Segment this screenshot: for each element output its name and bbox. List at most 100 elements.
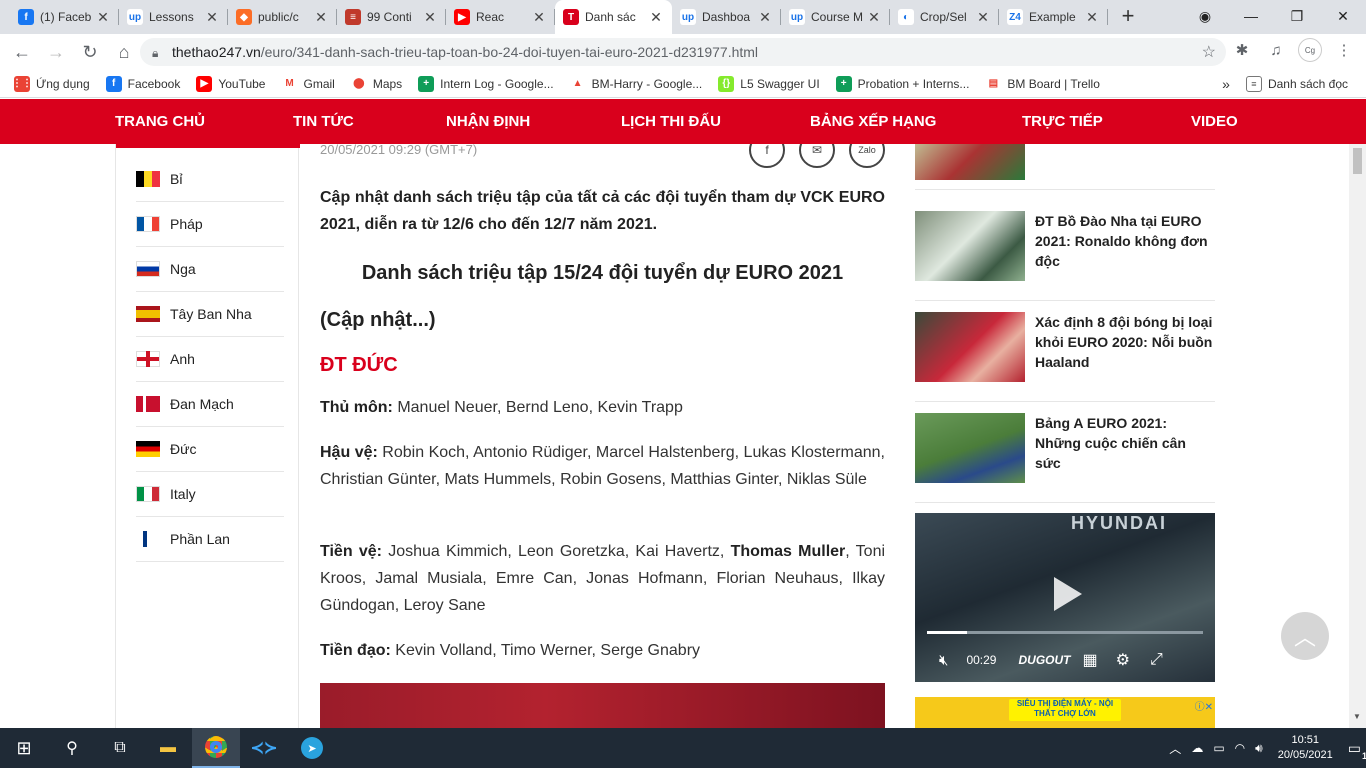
file-explorer-icon[interactable]: ▬ xyxy=(144,728,192,768)
home-button[interactable]: ⌂ xyxy=(108,36,140,68)
facebook-share-icon[interactable]: f xyxy=(749,144,785,168)
forward-button[interactable]: → xyxy=(40,36,72,68)
tab-5[interactable]: T Danh sác ✕ xyxy=(555,0,672,34)
crop-icon: ◐ xyxy=(898,9,914,25)
news-item[interactable]: Bảng A EURO 2021: Những cuộc chiến cân s… xyxy=(915,413,1215,503)
tab-search-icon[interactable]: ◉ xyxy=(1182,0,1228,34)
article-meta: 20/05/2021 09:29 (GMT+7) xyxy=(320,144,478,157)
close-tab-icon[interactable]: ✕ xyxy=(866,9,882,26)
zalo-share-icon[interactable]: Zalo xyxy=(849,144,885,168)
nav-nhan-dinh[interactable]: NHẬN ĐỊNH xyxy=(446,99,530,144)
tab-1[interactable]: up Lessons ✕ xyxy=(119,0,228,34)
battery-icon[interactable]: ▭ xyxy=(1213,741,1224,755)
bookmark-9[interactable]: ▤ BM Board | Trello xyxy=(977,75,1107,92)
nav-truc-tiep[interactable]: TRỰC TIẾP xyxy=(1022,99,1103,144)
bookmark-8[interactable]: + Probation + Interns... xyxy=(828,75,978,92)
tab-2[interactable]: ◆ public/c ✕ xyxy=(228,0,337,34)
reload-button[interactable]: ↻ xyxy=(74,36,106,68)
bookmark-5[interactable]: + Intern Log - Google... xyxy=(410,75,561,92)
tab-9[interactable]: Z4 Example ✕ xyxy=(999,0,1108,34)
close-tab-icon[interactable]: ✕ xyxy=(95,9,111,26)
nav-video[interactable]: VIDEO xyxy=(1191,99,1238,144)
news-item[interactable]: ĐT Bồ Đào Nha tại EURO 2021: Ronaldo khô… xyxy=(915,211,1215,301)
page-scrollbar[interactable]: ▼ xyxy=(1349,144,1366,728)
reading-list-button[interactable]: ≡ Danh sách đọc xyxy=(1238,76,1356,92)
minimize-button[interactable]: — xyxy=(1228,0,1274,34)
team-link[interactable]: Đan Mạch xyxy=(136,382,284,427)
team-link[interactable]: Nga xyxy=(136,247,284,292)
close-tab-icon[interactable]: ✕ xyxy=(204,9,220,26)
new-tab-button[interactable]: + xyxy=(1108,0,1148,34)
messenger-share-icon[interactable]: ✉ xyxy=(799,144,835,168)
system-clock[interactable]: 10:51 20/05/2021 xyxy=(1278,733,1333,763)
news-item[interactable]: Xác định 8 đội bóng bị loại khỏi EURO 20… xyxy=(915,312,1215,402)
close-tab-icon[interactable]: ✕ xyxy=(1084,9,1100,26)
team-link[interactable]: Đức xyxy=(136,427,284,472)
fullscreen-icon[interactable]: ⤢ xyxy=(1150,651,1163,669)
bookmark-1[interactable]: f Facebook xyxy=(98,75,189,92)
wifi-icon[interactable]: ◠ xyxy=(1235,741,1245,755)
telegram-taskbar-icon[interactable]: ➤ xyxy=(288,728,336,768)
close-tab-icon[interactable]: ✕ xyxy=(313,9,329,26)
chrome-taskbar-icon[interactable] xyxy=(192,728,240,768)
close-tab-icon[interactable]: ✕ xyxy=(757,9,773,26)
windows-start-icon[interactable]: ⊞ xyxy=(0,728,48,768)
close-tab-icon[interactable]: ✕ xyxy=(975,9,991,26)
tab-8[interactable]: ◐ Crop/Sel ✕ xyxy=(890,0,999,34)
search-icon[interactable]: ⚲ xyxy=(48,728,96,768)
scroll-to-top-button[interactable]: ︿ xyxy=(1281,612,1329,660)
address-bar[interactable]: 🔒︎ thethao247.vn/euro/341-danh-sach-trie… xyxy=(140,38,1226,66)
tab-0[interactable]: f (1) Faceb ✕ xyxy=(10,0,119,34)
tray-chevron-icon[interactable]: ︿ xyxy=(1169,740,1181,757)
volume-icon[interactable]: 🔊︎ xyxy=(1255,741,1263,756)
bookmark-4[interactable]: ⬤ Maps xyxy=(343,75,410,92)
nav-bang-xep-hang[interactable]: BẢNG XẾP HẠNG xyxy=(810,99,936,144)
advertisement[interactable]: SIÊU THỊ ĐIỆN MÁY - NỘI THẤT CHỢ LỚN ⓘ✕ xyxy=(915,697,1215,728)
tab-4[interactable]: ▶ Reac ✕ xyxy=(446,0,555,34)
team-link[interactable]: Italy xyxy=(136,472,284,517)
play-icon[interactable] xyxy=(1042,571,1088,617)
video-player[interactable]: HYUNDAI 🔇︎ 00:29 DUGOUT ▦ ⚙ ⤢ xyxy=(915,513,1215,682)
media-control-icon[interactable]: ♫ xyxy=(1264,38,1288,62)
bookmark-2[interactable]: ▶ YouTube xyxy=(188,75,273,92)
bookmark-6[interactable]: ▲ BM-Harry - Google... xyxy=(562,75,711,92)
back-button[interactable]: ← xyxy=(6,36,38,68)
settings-gear-icon[interactable]: ⚙ xyxy=(1116,650,1130,670)
close-tab-icon[interactable]: ✕ xyxy=(531,9,547,26)
profile-avatar[interactable]: Cg xyxy=(1298,38,1322,62)
close-tab-icon[interactable]: ✕ xyxy=(422,9,438,26)
team-link[interactable]: Phần Lan xyxy=(136,517,284,562)
onedrive-icon[interactable]: ☁ xyxy=(1191,741,1203,755)
tab-7[interactable]: up Course M ✕ xyxy=(781,0,890,34)
team-link[interactable]: Anh xyxy=(136,337,284,382)
bookmark-3[interactable]: M Gmail xyxy=(273,75,342,92)
bookmark-0[interactable]: ⋮⋮ Ứng dụng xyxy=(6,75,98,92)
close-window-button[interactable]: ✕ xyxy=(1320,0,1366,34)
team-link[interactable]: Pháp xyxy=(136,202,284,247)
news-item-top[interactable] xyxy=(915,144,1215,190)
bookmark-star-icon[interactable]: ☆ xyxy=(1202,42,1216,62)
team-link[interactable]: Bỉ xyxy=(136,157,284,202)
extensions-icon[interactable]: ✱ xyxy=(1230,38,1254,62)
ad-choices-icon[interactable]: ⓘ✕ xyxy=(1195,698,1213,713)
bookmarks-overflow-button[interactable]: » xyxy=(1214,76,1238,92)
nav-lich-thi-dau[interactable]: LỊCH THI ĐẤU xyxy=(621,99,721,144)
scroll-down-arrow-icon[interactable]: ▼ xyxy=(1353,712,1361,721)
mute-icon[interactable]: 🔇︎ xyxy=(939,652,948,669)
team-link[interactable]: Tây Ban Nha xyxy=(136,292,284,337)
bookmark-label: BM Board | Trello xyxy=(1007,76,1100,91)
close-tab-icon[interactable]: ✕ xyxy=(648,9,664,26)
nav-trang-chu[interactable]: TRANG CHỦ xyxy=(115,99,205,144)
bookmark-7[interactable]: {} L5 Swagger UI xyxy=(710,75,827,92)
grid-icon[interactable]: ▦ xyxy=(1082,650,1097,670)
menu-icon[interactable]: ⋮ xyxy=(1332,38,1356,62)
restore-button[interactable]: ❐ xyxy=(1274,0,1320,34)
scrollbar-thumb[interactable] xyxy=(1353,148,1362,174)
notification-center-icon[interactable]: ▭ 1 xyxy=(1348,740,1366,761)
video-progress[interactable] xyxy=(927,631,1203,634)
vscode-taskbar-icon[interactable]: ≺≻ xyxy=(240,728,288,768)
nav-tin-tuc[interactable]: TIN TỨC xyxy=(293,99,354,144)
tab-6[interactable]: up Dashboa ✕ xyxy=(672,0,781,34)
tab-3[interactable]: ≡ 99 Conti ✕ xyxy=(337,0,446,34)
task-view-icon[interactable]: ⧉ xyxy=(96,728,144,768)
